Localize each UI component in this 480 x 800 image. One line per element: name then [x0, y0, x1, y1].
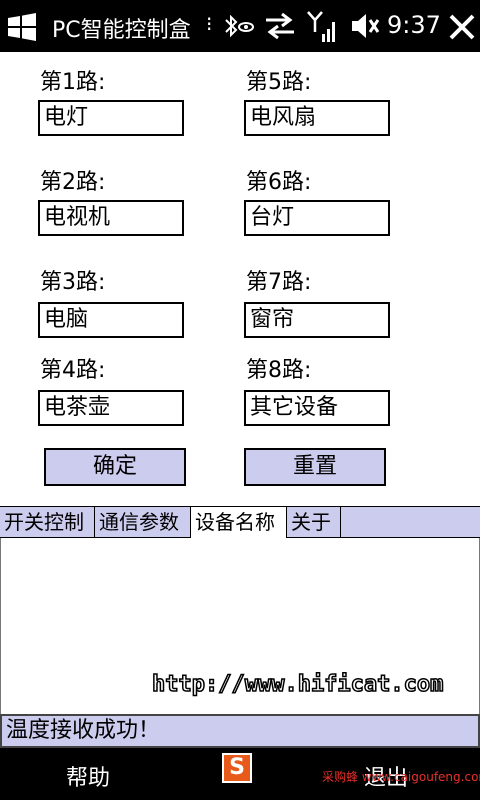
tab-device-names[interactable]: 设备名称 — [191, 507, 287, 538]
channel-8-name-field[interactable]: 其它设备 — [244, 390, 390, 426]
app-bar: 帮助 S 退出 采购蜂 www.caigoufeng.com — [0, 748, 480, 800]
window-title: PC智能控制盒 — [52, 18, 191, 43]
channel-5-label: 第5路: — [246, 70, 312, 95]
watermark-text: http://www.hificat.com — [151, 671, 444, 698]
channel-1-name-field[interactable]: 电灯 — [38, 100, 184, 136]
status-bar: PC智能控制盒 ⁝ 9:37 — [0, 0, 480, 52]
channel-4-label: 第4路: — [40, 358, 106, 383]
channel-6-name-field[interactable]: 台灯 — [244, 200, 390, 236]
close-icon[interactable] — [448, 13, 476, 41]
channel-5-name-field[interactable]: 电风扇 — [244, 100, 390, 136]
tab-about[interactable]: 关于 — [287, 507, 341, 537]
reset-button[interactable]: 重置 — [244, 448, 386, 486]
channel-4-name-field[interactable]: 电茶壶 — [38, 390, 184, 426]
channel-3-label: 第3路: — [40, 270, 106, 295]
clock-time: 9:37 — [387, 11, 441, 39]
confirm-button[interactable]: 确定 — [44, 448, 186, 486]
tab-comm-params[interactable]: 通信参数 — [95, 507, 191, 537]
channel-2-label: 第2路: — [40, 170, 106, 195]
windows-start-icon[interactable] — [6, 12, 38, 42]
device-name-form: 第1路: 电灯 第2路: 电视机 第3路: 电脑 第4路: 电茶壶 第5路: 电… — [0, 52, 480, 507]
channel-3-name-field[interactable]: 电脑 — [38, 302, 184, 338]
channel-7-name-field[interactable]: 窗帘 — [244, 302, 390, 338]
bluetooth-icon — [225, 14, 254, 38]
channel-7-label: 第7路: — [246, 270, 312, 295]
help-softkey[interactable]: 帮助 — [66, 760, 110, 792]
channel-6-label: 第6路: — [246, 170, 312, 195]
channel-8-label: 第8路: — [246, 358, 312, 383]
data-transfer-icon — [266, 12, 294, 40]
status-message: 温度接收成功！ — [0, 714, 480, 748]
watermark-caigoufeng: 采购蜂 www.caigoufeng.com — [322, 770, 480, 784]
sogou-input-icon[interactable]: S — [222, 753, 252, 783]
channel-2-name-field[interactable]: 电视机 — [38, 200, 184, 236]
tab-bar: 开关控制 通信参数 设备名称 关于 — [0, 506, 480, 538]
title-more-glyph: ⁝ — [206, 12, 213, 36]
volume-icon[interactable] — [350, 12, 380, 40]
signal-strength-icon — [307, 11, 335, 42]
channel-1-label: 第1路: — [40, 70, 106, 95]
tab-switch-control[interactable]: 开关控制 — [0, 507, 95, 537]
